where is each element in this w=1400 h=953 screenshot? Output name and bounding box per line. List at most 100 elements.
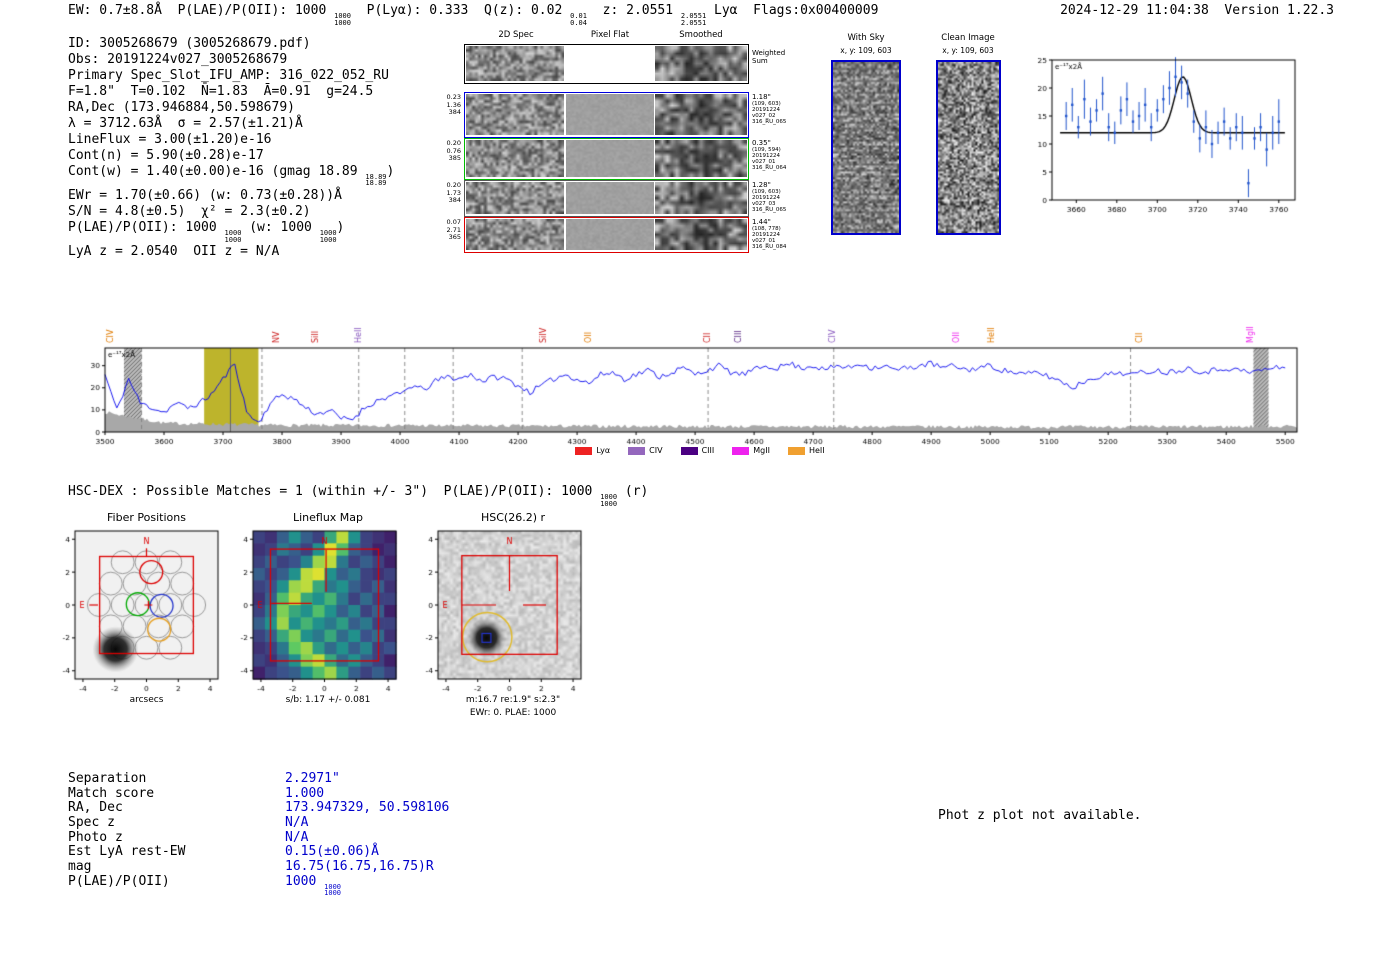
spec2d-pixelflat-strip [566, 140, 654, 177]
spectrum-legend: Lyα CIV CIII MgII HeII [0, 446, 1400, 455]
lineflux-map-plot [225, 525, 415, 693]
spec2d-smoothed-strip [655, 140, 747, 177]
spec2d-pixelflat-strip [566, 219, 654, 250]
spec2d-2dspec-strip [466, 140, 564, 177]
hsc-cutout-plot [410, 525, 600, 693]
match-table-label: P(LAE)/P(OII) [68, 873, 170, 889]
match-table-row: Spec z N/A [68, 814, 449, 831]
spec2d-title-2dspec: 2D Spec [498, 30, 534, 40]
fiber-xlabel: arcsecs [129, 695, 164, 705]
text-segment: ) [386, 163, 395, 179]
match-table-value: 1.000 [285, 785, 325, 802]
stacked-fraction: 1000 1000 [224, 228, 242, 244]
spec2d-smoothed-strip [655, 182, 747, 214]
header-datetime-version: 2024-12-29 11:04:38 Version 1.22.3 [1060, 3, 1334, 18]
text-segment: Cont(w) = 1.40(±0.00)e-16 (gmag 18.89 [68, 163, 366, 179]
text-segment: N/A [285, 829, 309, 845]
match-table-row: Match score 1.000 [68, 785, 449, 802]
text-segment: EW: 0.7±8.8Å P(LAE)/P(OII): 1000 [68, 3, 335, 18]
stacked-fraction: 1000 1000 [319, 228, 337, 244]
match-table-label: Separation [68, 771, 147, 786]
text-segment: HSC-DEX : Possible Matches = 1 (within +… [68, 484, 601, 499]
spec2d-row-left-stats: 0.20 0.76 385 [446, 139, 461, 162]
info-line: Obs: 20191224v027_3005268679 [68, 52, 394, 68]
detection-info-block: ID: 3005268679 (3005268679.pdf) Obs: 2019… [68, 36, 394, 260]
text-segment: Cont(n) = 5.90(±0.28)e-17 [68, 147, 264, 163]
match-table-value: 16.75(16.75,16.75)R [285, 858, 434, 875]
legend-swatch [628, 446, 646, 455]
stacked-fraction: 1000 1000 [600, 493, 618, 508]
text-segment: P(Lyα): 0.333 Q(z): 0.02 [350, 3, 571, 18]
spec2d-smoothed-strip [655, 94, 747, 135]
stacked-fraction: 1000 1000 [334, 12, 351, 27]
hsc-cutout-title: HSC(26.2) r [480, 511, 546, 524]
match-table-row: Separation 2.2971" [68, 771, 449, 787]
match-table-row: Est LyA rest-EW 0.15(±0.06)Å [68, 844, 449, 860]
text-segment: F=1.8" T=0.102 N̄=1.83 Ā=0.91 g=24.5 [68, 83, 374, 99]
spec2d-title-pixelflat: Pixel Flat [590, 30, 630, 40]
spec2d-2dspec-strip [466, 94, 564, 135]
text-segment: LyA z = 2.0540 OII z = N/A [68, 244, 280, 260]
text-segment: 16.75(16.75,16.75)R [285, 858, 434, 874]
text-segment: 0.15(±0.06)Å [285, 844, 379, 860]
text-segment: ) [336, 219, 345, 235]
legend-item: HeII [787, 446, 825, 455]
spec2d-row-left-stats: 0.23 1.36 384 [446, 93, 461, 116]
text-segment: Lyα Flags:0x00400009 [706, 3, 879, 18]
match-table: Separation 2.2971" Match score 1.000 RA, Dec… [68, 771, 449, 898]
spec2d-2dspec-strip [466, 182, 564, 214]
text-segment: z: 2.0551 [586, 3, 681, 18]
text-segment: ID: 3005268679 (3005268679.pdf) [68, 36, 311, 51]
spec2d-row-annotations: 0.35" (109, 594) 20191224 v027_01 316_RU_064 [752, 139, 787, 171]
match-table-row: mag 16.75(16.75,16.75)R [68, 858, 449, 875]
spec2d-row-annotations: 1.28" (109, 603) 20191224 v027_03 316_RU_065 [752, 181, 787, 213]
match-table-label: Match score [68, 785, 155, 801]
hsc-sub-label-1: m:16.7 re:1.9" s:2.3" [465, 695, 561, 705]
text-segment: S/N = 4.8(±0.5) χ² = 2.3(±0.2) [68, 203, 311, 219]
text-segment: 2.2971" [285, 771, 340, 786]
info-line: LyA z = 2.0540 OII z = N/A [68, 244, 394, 260]
match-table-label: Est LyA rest-EW [68, 844, 186, 860]
legend-item: CIV [628, 446, 663, 455]
with-sky-coords: x, y: 109, 603 [840, 46, 892, 55]
match-table-value: N/A [285, 814, 309, 831]
legend-label: Lyα [596, 446, 611, 455]
info-line: Cont(n) = 5.90(±0.28)e-17 [68, 148, 394, 164]
spec2d-row-annotations: 1.44" (108, 778) 20191224 v027_01 316_RU_084 [752, 218, 787, 250]
spec2d-2dspec-strip [466, 219, 564, 250]
clean-image-panel [936, 60, 1001, 235]
spec2d-pixelflat-strip [566, 94, 654, 135]
info-line: RA,Dec (173.946884,50.598679) [68, 100, 394, 116]
legend-label: CIV [649, 446, 663, 455]
spec2d-smoothed-strip [655, 46, 747, 81]
with-sky-image [833, 62, 899, 233]
legend-swatch [732, 446, 750, 455]
lineflux-sub-label: s/b: 1.17 +/- 0.081 [285, 695, 371, 705]
match-table-row: RA, Dec 173.947329, 50.598106 [68, 800, 449, 816]
stacked-fraction: 2.0551 2.0551 [680, 12, 707, 27]
text-segment: P(LAE)/P(OII): 1000 [68, 219, 225, 235]
fiber-positions-plot [47, 525, 237, 693]
legend-item: CIII [680, 446, 714, 455]
match-table-row: P(LAE)/P(OII) 1000 1000 1000 [68, 873, 449, 898]
match-table-value: 173.947329, 50.598106 [285, 800, 449, 816]
spec2d-weighted-sum-label: Weighted Sum [752, 49, 786, 65]
text-segment: (r) [617, 484, 649, 499]
full-spectrum-plot [80, 292, 1310, 464]
photz-note: Phot z plot not available. [938, 808, 1142, 823]
text-segment: (w: 1000 [241, 219, 320, 235]
text-segment: 1000 [285, 873, 325, 889]
spec2d-pixelflat-strip [566, 182, 654, 214]
match-table-value: 2.2971" [285, 771, 340, 787]
info-line: LineFlux = 3.00(±1.20)e-16 [68, 132, 394, 148]
line-fit-plot [1020, 48, 1310, 230]
text-segment: N/A [285, 814, 309, 830]
text-segment: 1.000 [285, 785, 325, 801]
elixer-report-page: EW: 0.7±8.8Å P(LAE)/P(OII): 1000 1000 100… [0, 0, 1400, 953]
with-sky-panel [831, 60, 901, 235]
info-line: Primary Spec_Slot_IFU_AMP: 316_022_052_R… [68, 68, 394, 84]
spec2d-smoothed-strip [655, 219, 747, 250]
legend-label: HeII [808, 446, 825, 455]
lineflux-map-title: Lineflux Map [292, 511, 364, 524]
match-table-value: 1000 1000 1000 [285, 873, 341, 898]
